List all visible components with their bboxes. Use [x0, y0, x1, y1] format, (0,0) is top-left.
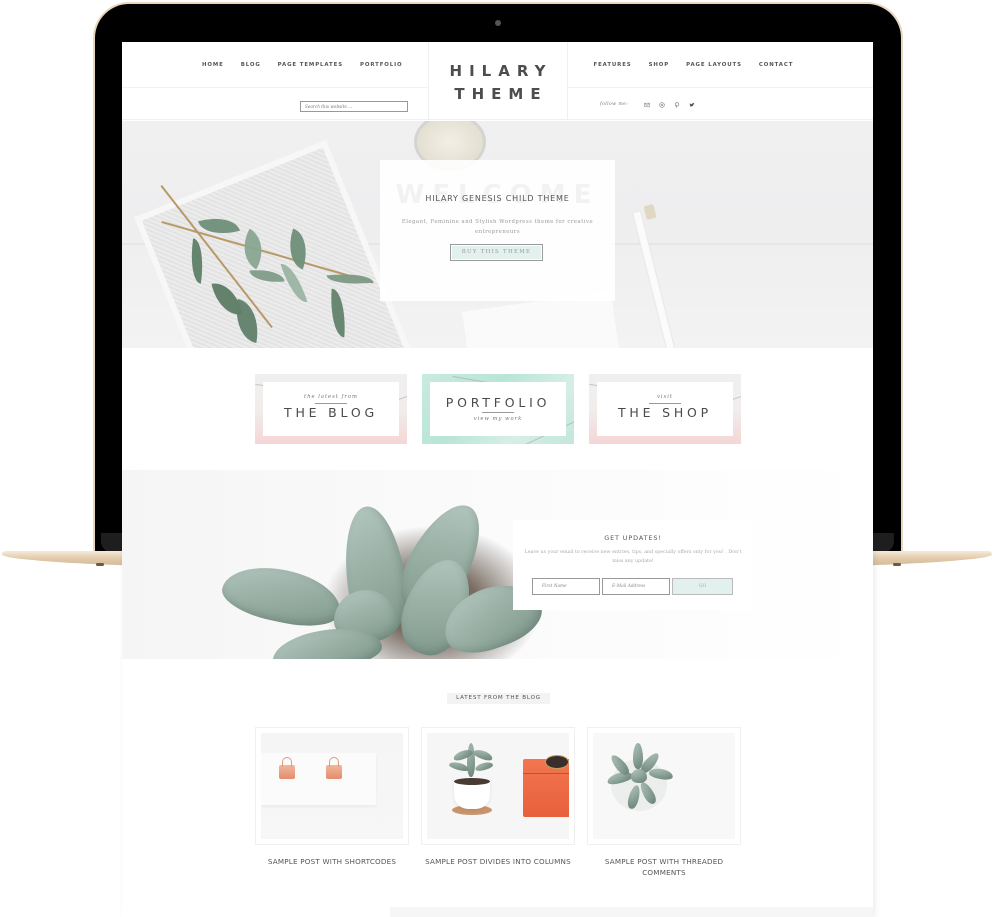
post-thumbnail-binder-clips — [261, 733, 403, 839]
promo-shop-card: visit THE SHOP — [597, 382, 733, 436]
blog-post-card: SAMPLE POST DIVIDES INTO COLUMNS — [421, 727, 575, 867]
promo-portfolio[interactable]: PORTFOLIO view my work — [422, 374, 574, 444]
promo-portfolio-small: view my work — [473, 416, 523, 422]
post-thumbnail-plant-box — [427, 733, 569, 839]
promo-portfolio-card: PORTFOLIO view my work — [430, 382, 566, 436]
hero-title: HILARY GENESIS CHILD THEME — [425, 194, 570, 203]
promo-blog[interactable]: the latest from THE BLOG — [255, 374, 407, 444]
plant-leaf — [467, 743, 475, 777]
promo-blog-small: the latest from — [304, 394, 358, 400]
nav-features[interactable]: FEATURES — [594, 62, 632, 68]
bezel-corner — [101, 533, 122, 553]
promo-shop-title: THE SHOP — [617, 405, 713, 420]
logo-line-2: THEME — [454, 85, 548, 103]
binder-clip-handle — [282, 757, 292, 767]
instagram-icon[interactable] — [657, 100, 666, 109]
binder-clip — [326, 765, 342, 779]
laptop-foot — [893, 563, 901, 566]
promo-blog-title: THE BLOG — [284, 405, 378, 420]
site-logo[interactable]: HILARY THEME — [429, 60, 567, 106]
post-title[interactable]: SAMPLE POST WITH SHORTCODES — [255, 856, 409, 867]
search-input[interactable]: Search this website ... — [300, 101, 408, 112]
soil — [454, 778, 490, 785]
twitter-icon[interactable] — [687, 100, 696, 109]
hero-section: WELCOME HILARY GENESIS CHILD THEME Elega… — [122, 121, 873, 348]
nav-left: HOME BLOG PAGE TEMPLATES PORTFOLIO Searc… — [122, 42, 429, 120]
email-input[interactable]: E-Mail Address — [602, 578, 670, 595]
promo-blog-card: the latest from THE BLOG — [263, 382, 399, 436]
hero-pencil-image — [631, 210, 678, 348]
binder-clip — [279, 765, 295, 779]
post-thumbnail-link[interactable] — [587, 727, 741, 845]
post-title[interactable]: SAMPLE POST WITH THREADED COMMENTS — [587, 856, 741, 878]
first-name-input[interactable]: First Name — [532, 578, 600, 595]
primary-nav-right: FEATURES SHOP PAGE LAYOUTS CONTACT — [568, 42, 873, 88]
post-thumbnail-link[interactable] — [421, 727, 575, 845]
email-icon[interactable] — [642, 100, 651, 109]
blog-post-card: SAMPLE POST WITH THREADED COMMENTS — [587, 727, 741, 878]
subscribe-title: GET UPDATES! — [604, 534, 662, 542]
promo-divider — [482, 412, 514, 413]
blog-post-card: SAMPLE POST WITH SHORTCODES — [255, 727, 409, 867]
nav-page-templates[interactable]: PAGE TEMPLATES — [278, 62, 343, 68]
nav-right: FEATURES SHOP PAGE LAYOUTS CONTACT follo… — [567, 42, 873, 120]
subscribe-section: GET UPDATES! Leave us your email to rece… — [122, 470, 873, 659]
plant-leaf — [474, 760, 494, 773]
succulent-center — [631, 769, 647, 783]
marble-slab — [261, 753, 376, 805]
primary-nav-left: HOME BLOG PAGE TEMPLATES PORTFOLIO — [122, 42, 429, 88]
promo-shop[interactable]: visit THE SHOP — [589, 374, 741, 444]
nav-page-layouts[interactable]: PAGE LAYOUTS — [686, 62, 742, 68]
laptop-foot — [96, 563, 104, 566]
promo-divider — [649, 403, 681, 404]
buy-theme-button[interactable]: BUY THIS THEME — [450, 244, 543, 261]
post-title[interactable]: SAMPLE POST DIVIDES INTO COLUMNS — [421, 856, 575, 867]
welcome-box: WELCOME HILARY GENESIS CHILD THEME Elega… — [380, 160, 615, 301]
follow-me: follow me: — [600, 100, 702, 109]
promo-shop-small: visit — [657, 394, 673, 400]
website-screen: HOME BLOG PAGE TEMPLATES PORTFOLIO Searc… — [122, 42, 873, 917]
subscribe-go-button[interactable]: GO — [672, 578, 733, 595]
hero-pencil-eraser — [643, 203, 657, 221]
post-thumbnail-link[interactable] — [255, 727, 409, 845]
plant-leaf — [472, 747, 494, 763]
latest-blog-heading: LATEST FROM THE BLOG — [447, 693, 550, 704]
post-thumbnail-succulent — [593, 733, 735, 839]
succulent-leaf — [217, 558, 347, 634]
logo-line-1: HILARY — [449, 62, 553, 80]
camera-icon — [495, 20, 501, 26]
site-header: HOME BLOG PAGE TEMPLATES PORTFOLIO Searc… — [122, 42, 873, 120]
nav-contact[interactable]: CONTACT — [759, 62, 793, 68]
pinterest-icon[interactable] — [672, 100, 681, 109]
nav-home[interactable]: HOME — [202, 62, 224, 68]
nav-blog[interactable]: BLOG — [241, 62, 261, 68]
promo-portfolio-title: PORTFOLIO — [445, 395, 551, 410]
next-section-strip — [390, 907, 873, 917]
subscribe-box: GET UPDATES! Leave us your email to rece… — [513, 520, 753, 610]
white-pot — [454, 781, 490, 809]
subscribe-text: Leave us your email to receive new entri… — [524, 550, 742, 565]
follow-label: follow me: — [600, 102, 629, 107]
orange-box-lid-line — [523, 773, 569, 774]
hero-subtitle: Elegant, Feminine and Stylish Wordpress … — [401, 219, 594, 235]
hero-notebook-image — [141, 147, 408, 348]
sunglasses — [545, 755, 569, 769]
nav-portfolio[interactable]: PORTFOLIO — [360, 62, 403, 68]
binder-clip-handle — [329, 757, 339, 767]
nav-shop[interactable]: SHOP — [649, 62, 670, 68]
promo-divider — [315, 403, 347, 404]
